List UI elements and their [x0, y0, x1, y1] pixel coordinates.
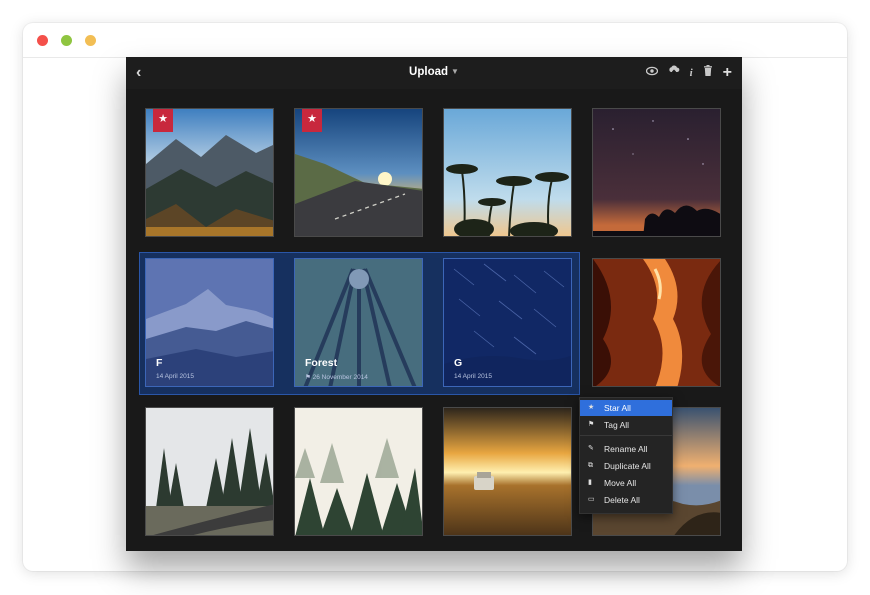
photo-tile-f[interactable]: F 14 April 2015	[145, 258, 274, 387]
duplicate-icon: ⧉	[588, 462, 593, 469]
menu-item-rename-all[interactable]: ✎ Rename All	[580, 441, 672, 457]
trash-icon[interactable]	[703, 65, 713, 80]
minimize-window-button[interactable]	[61, 35, 72, 46]
photo-title: F	[156, 357, 163, 369]
upload-app: ‹ Upload ▼ i + ★ ★ F 14 April 2015 Fores…	[126, 57, 742, 551]
menu-item-label: Move All	[604, 478, 637, 488]
tag-icon: ⚑	[588, 421, 595, 428]
photo-tile-forest[interactable]: Forest ⚑ 26 November 2014	[294, 258, 423, 387]
context-menu: ★ Star All ⚑ Tag All ✎ Rename All ⧉ Dupl…	[579, 397, 673, 514]
close-window-button[interactable]	[37, 35, 48, 46]
menu-item-move-all[interactable]: ▮ Move All	[580, 475, 672, 491]
info-icon[interactable]: i	[690, 66, 693, 80]
photo-tile-night-sky[interactable]	[592, 108, 721, 237]
photo-tile-g[interactable]: G 14 April 2015	[443, 258, 572, 387]
photo-date: ⚑ 26 November 2014	[305, 373, 368, 381]
plus-icon[interactable]: +	[723, 64, 732, 80]
tag-icon: ⚑	[305, 374, 313, 381]
photo-tile-mountain-sunset[interactable]: ★	[145, 108, 274, 237]
photo-tile-palm-trees[interactable]	[443, 108, 572, 237]
photo-tile-road-sunset[interactable]: ★	[294, 108, 423, 237]
window-titlebar	[23, 23, 847, 58]
toolbar-actions: i +	[645, 64, 732, 80]
pencil-icon: ✎	[588, 445, 594, 452]
eye-icon[interactable]	[645, 66, 658, 80]
menu-item-label: Rename All	[604, 444, 648, 454]
night-sky-image	[593, 109, 720, 236]
star-badge[interactable]: ★	[302, 109, 322, 132]
desert-car-image	[444, 408, 571, 535]
misty-road-image	[146, 408, 273, 535]
trash-icon: ▭	[588, 496, 595, 503]
canyon-image	[593, 259, 720, 386]
photo-tile-canyon[interactable]	[592, 258, 721, 387]
photo-date-text: 26 November 2014	[312, 374, 368, 381]
palm-trees-image	[444, 109, 571, 236]
chevron-down-icon: ▼	[451, 67, 459, 76]
menu-item-delete-all[interactable]: ▭ Delete All	[580, 492, 672, 508]
menu-item-star-all[interactable]: ★ Star All	[580, 400, 672, 416]
cloud-upload-icon[interactable]	[668, 65, 680, 80]
foggy-forest-image	[295, 408, 422, 535]
zoom-window-button[interactable]	[85, 35, 96, 46]
star-icon: ★	[588, 404, 595, 411]
photo-tile-foggy-forest[interactable]	[294, 407, 423, 536]
menu-item-label: Delete All	[604, 495, 640, 505]
photo-date: 14 April 2015	[156, 373, 194, 380]
photo-date: 14 April 2015	[454, 373, 492, 380]
photo-tile-misty-road[interactable]	[145, 407, 274, 536]
star-badge[interactable]: ★	[153, 109, 173, 132]
menu-item-label: Duplicate All	[604, 461, 651, 471]
menu-item-duplicate-all[interactable]: ⧉ Duplicate All	[580, 458, 672, 474]
photo-tile-desert-car[interactable]	[443, 407, 572, 536]
menu-item-label: Tag All	[604, 420, 630, 430]
folder-icon: ▮	[588, 479, 592, 486]
menu-item-tag-all[interactable]: ⚑ Tag All	[580, 417, 672, 433]
selection-tint	[146, 259, 273, 386]
album-title: Upload	[409, 66, 449, 78]
photo-title: G	[454, 357, 463, 369]
app-toolbar: ‹ Upload ▼ i +	[126, 57, 742, 89]
photo-title: Forest	[305, 357, 338, 369]
selection-tint	[444, 259, 571, 386]
menu-divider	[580, 435, 672, 436]
menu-item-label: Star All	[604, 403, 631, 413]
